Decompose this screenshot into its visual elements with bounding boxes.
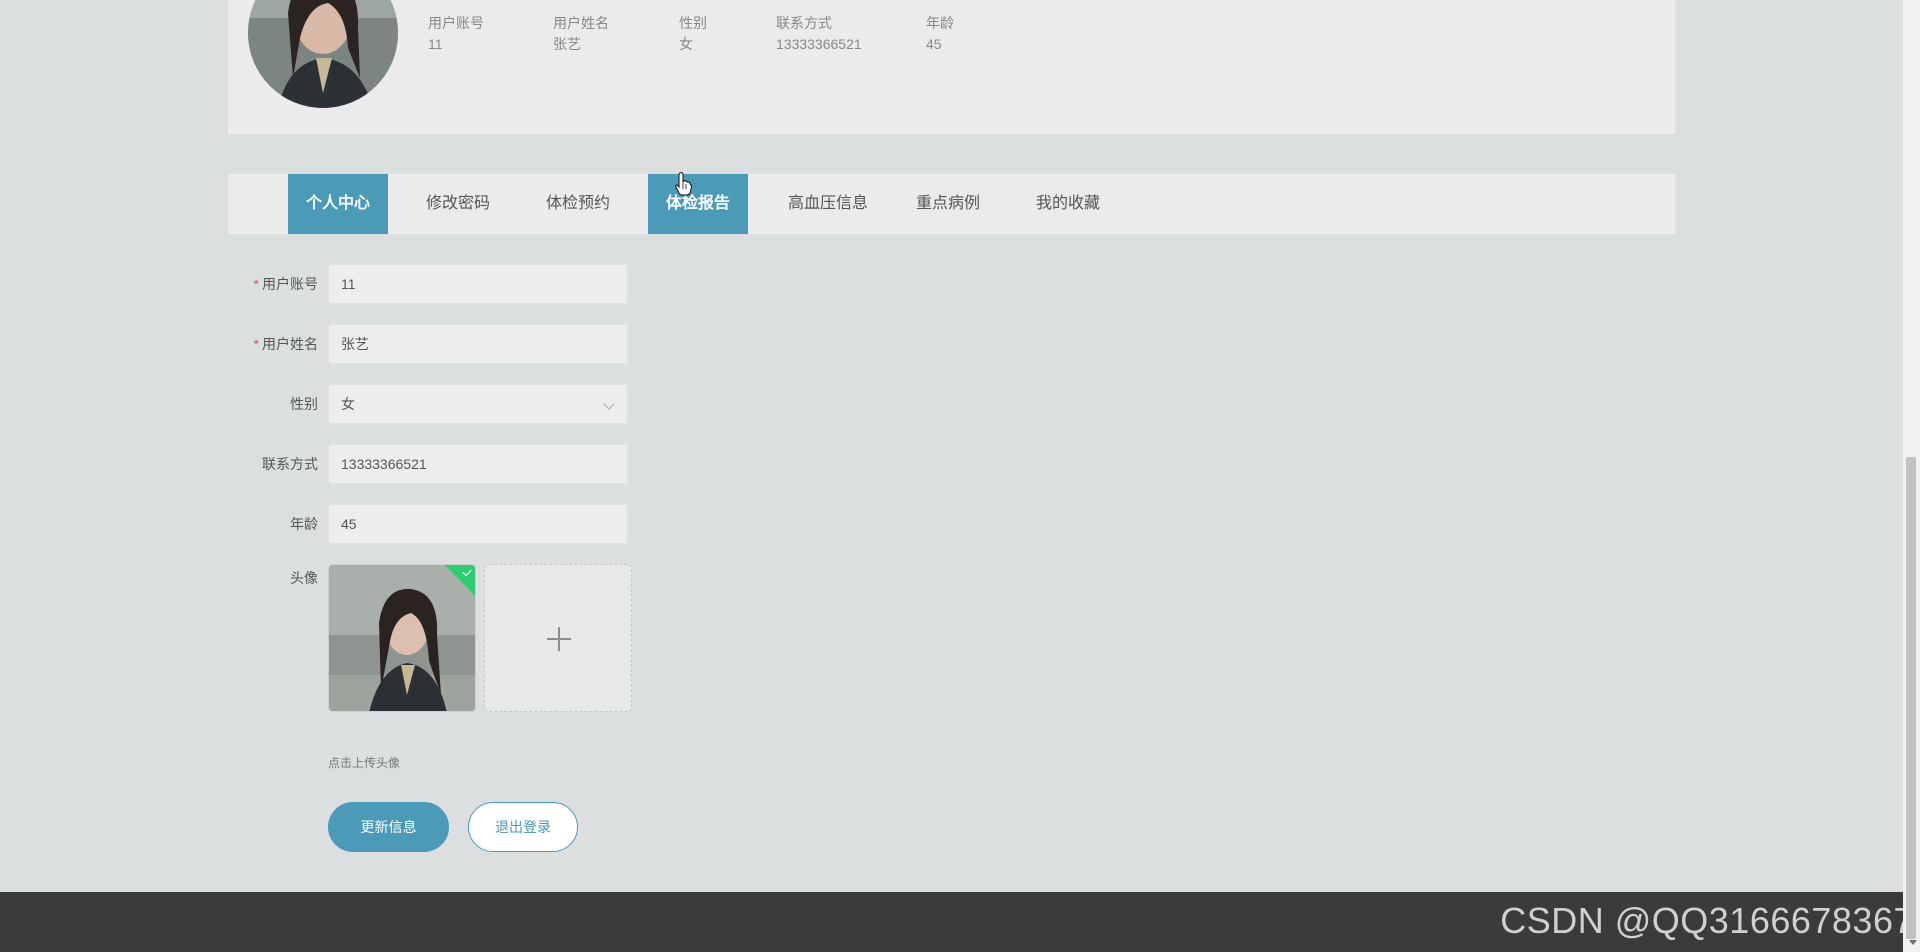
phone-input[interactable]: 13333366521 [328,444,628,484]
profile-avatar [248,0,398,108]
phone-label: 联系方式 [262,456,318,472]
footer: CSDN @QQ3166678367 [0,892,1920,952]
avatar-photo-icon [248,0,398,108]
avatar-photo-icon [329,565,475,711]
gender-select-value: 女 [341,396,355,412]
info-name-value: 张艺 [553,36,581,52]
uploaded-avatar-thumbnail[interactable] [328,564,476,712]
info-account-label: 用户账号 [428,15,484,31]
info-age-value: 45 [926,36,942,52]
tab-my-favorites[interactable]: 我的收藏 [1018,174,1118,234]
info-phone-value: 13333366521 [776,36,862,52]
avatar-label: 头像 [290,570,318,586]
required-mark: * [253,276,259,292]
logout-button[interactable]: 退出登录 [468,802,578,852]
chevron-down-icon [603,398,615,410]
info-phone-label: 联系方式 [776,15,832,31]
watermark: CSDN @QQ3166678367 [1500,900,1914,941]
tab-personal-center[interactable]: 个人中心 [288,174,388,234]
info-gender-label: 性别 [679,15,707,31]
required-mark: * [253,336,259,352]
age-label: 年龄 [290,516,318,532]
account-label: * 用户账号 [240,264,318,304]
plus-icon-vertical [558,627,560,651]
age-input[interactable]: 45 [328,504,628,544]
info-age: 年龄 45 [926,14,954,53]
avatar-upload-button[interactable] [484,564,632,712]
info-gender: 性别 女 [679,14,707,53]
tab-change-password[interactable]: 修改密码 [408,174,508,234]
info-phone: 联系方式 13333366521 [776,14,862,53]
tab-hypertension-info[interactable]: 高血压信息 [768,174,888,234]
info-age-label: 年龄 [926,15,954,31]
hand-cursor-icon [675,172,692,196]
tab-checkup-appointment[interactable]: 体检预约 [528,174,628,234]
info-name: 用户姓名 张艺 [553,14,609,53]
info-gender-value: 女 [679,36,693,52]
upload-tip: 点击上传头像 [328,756,401,770]
gender-select[interactable]: 女 [328,384,628,424]
profile-card: 用户账号 11 用户姓名 张艺 性别 女 联系方式 13333366521 年龄… [228,0,1675,134]
info-account-value: 11 [428,36,443,52]
info-name-label: 用户姓名 [553,15,609,31]
gender-label: 性别 [290,396,318,412]
scroll-down-arrow-icon[interactable] [1909,940,1917,945]
name-input[interactable]: 张艺 [328,324,628,364]
info-account: 用户账号 11 [428,14,484,53]
name-label: * 用户姓名 [240,324,318,364]
tab-checkup-report[interactable]: 体检报告 [648,174,748,234]
account-input[interactable]: 11 [328,264,628,304]
scrollbar-thumb[interactable] [1906,457,1916,939]
update-info-button[interactable]: 更新信息 [328,802,449,852]
tab-key-cases[interactable]: 重点病例 [898,174,998,234]
name-label-text: 用户姓名 [262,336,318,352]
tab-bar: 个人中心 修改密码 体检预约 体检报告 高血压信息 重点病例 我的收藏 [228,174,1675,234]
account-label-text: 用户账号 [262,276,318,292]
